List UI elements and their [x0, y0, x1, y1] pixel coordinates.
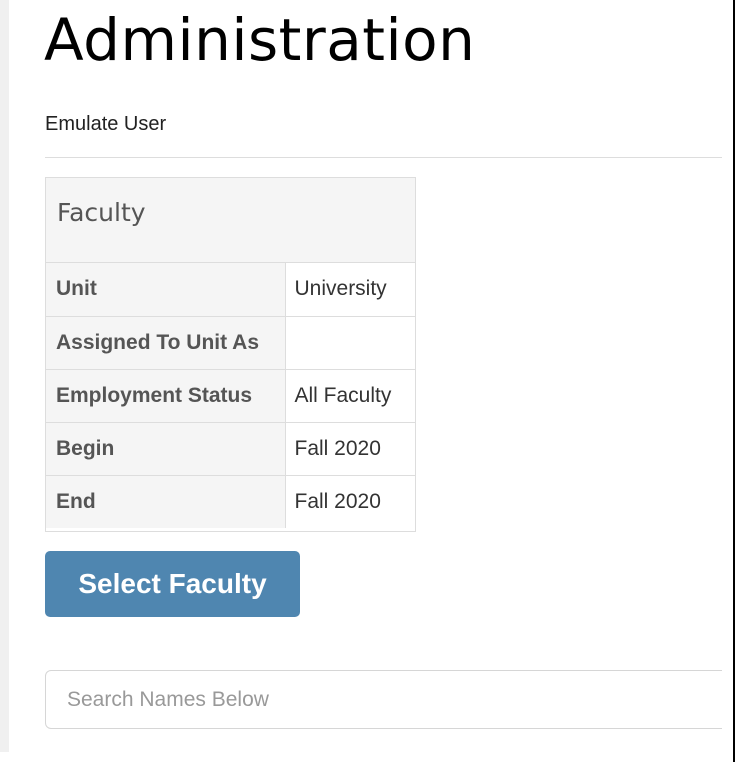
filter-label-begin: Begin: [46, 421, 286, 475]
filter-label-unit: Unit: [46, 263, 286, 316]
window-edge: [733, 0, 735, 762]
panel-heading: Faculty: [46, 178, 415, 263]
filter-value-end: Fall 2020: [285, 474, 415, 528]
faculty-filter-panel: Faculty Unit University Assigned To Unit…: [45, 177, 416, 532]
filter-value-begin: Fall 2020: [285, 421, 415, 475]
filter-label-end: End: [46, 474, 286, 528]
table-row: Employment Status All Faculty: [46, 368, 415, 422]
search-names-input[interactable]: [45, 670, 722, 729]
filter-label-assigned-to-unit-as: Assigned To Unit As: [46, 315, 286, 369]
filter-table: Unit University Assigned To Unit As Empl…: [46, 263, 415, 528]
filter-label-employment-status: Employment Status: [46, 368, 286, 422]
emulate-user-link[interactable]: Emulate User: [45, 111, 166, 137]
table-row: Begin Fall 2020: [46, 421, 415, 475]
divider: [45, 157, 722, 158]
left-rail: [0, 0, 9, 752]
filter-value-employment-status: All Faculty: [285, 368, 415, 422]
table-row: Unit University: [46, 263, 415, 316]
page-title: Administration: [44, 6, 476, 74]
table-row: Assigned To Unit As: [46, 315, 415, 369]
select-faculty-button[interactable]: Select Faculty: [45, 551, 300, 617]
table-row: End Fall 2020: [46, 474, 415, 528]
filter-value-unit: University: [294, 277, 387, 301]
search-container: [0, 660, 722, 740]
filter-value-assigned-to-unit-as: [285, 315, 415, 369]
